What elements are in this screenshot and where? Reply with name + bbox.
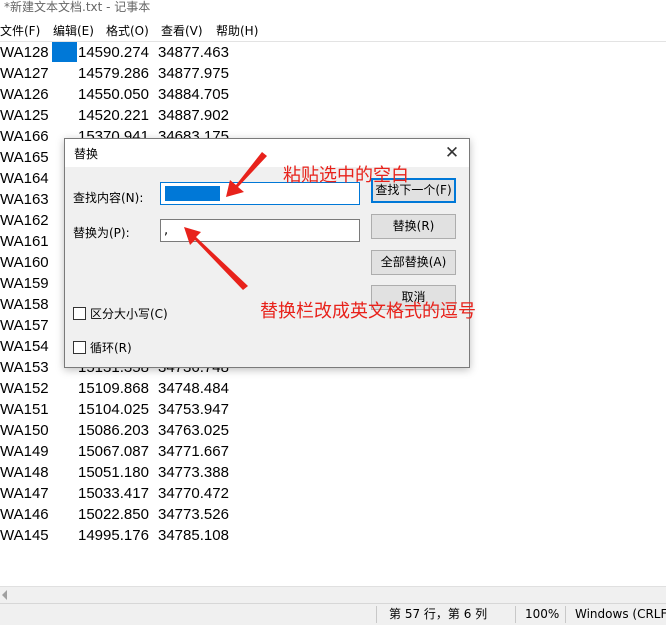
arrow-to-replace-icon — [184, 227, 248, 290]
arrow-to-find-icon — [226, 152, 267, 197]
annotation-arrows — [184, 152, 267, 290]
